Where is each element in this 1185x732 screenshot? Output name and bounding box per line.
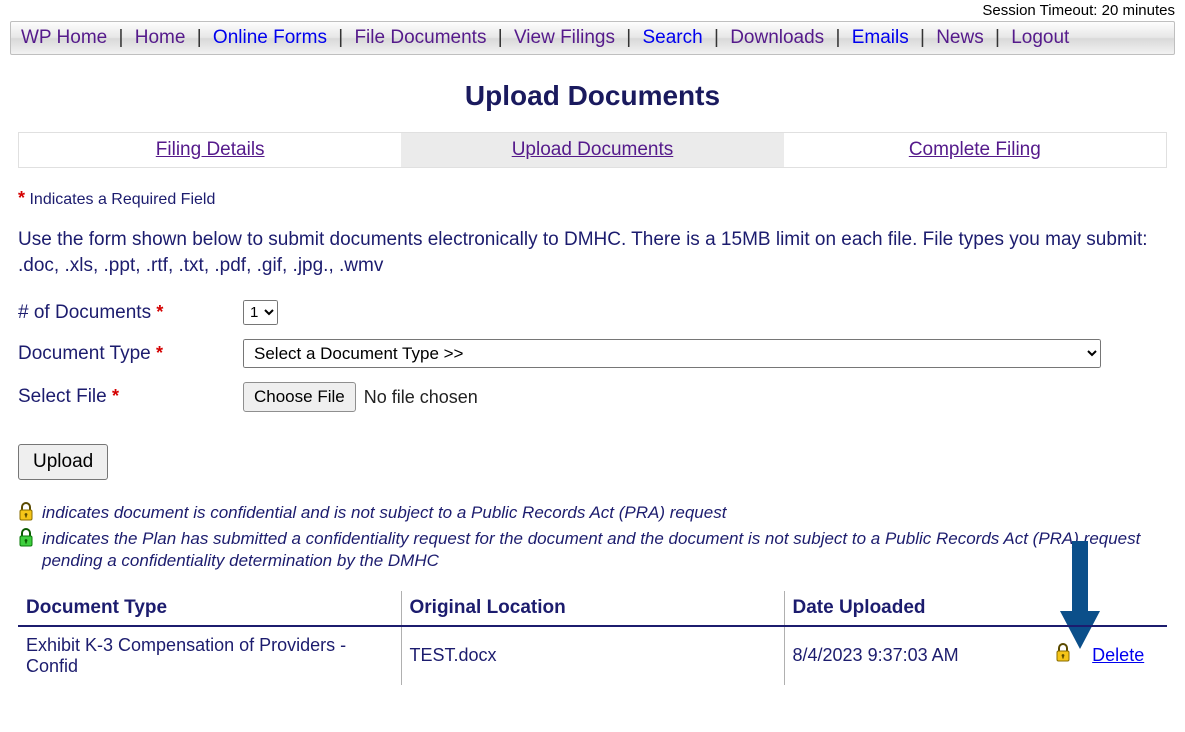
nav-separator: | xyxy=(710,27,723,48)
nav-view-filings[interactable]: View Filings xyxy=(512,27,617,48)
step-complete-filing-link[interactable]: Complete Filing xyxy=(909,139,1041,160)
legend-green-text: indicates the Plan has submitted a confi… xyxy=(42,528,1167,572)
delete-link[interactable]: Delete xyxy=(1092,645,1144,665)
lock-gold-icon xyxy=(1055,643,1071,663)
nav-emails[interactable]: Emails xyxy=(850,27,911,48)
nav-separator: | xyxy=(831,27,844,48)
step-filing-details-link[interactable]: Filing Details xyxy=(156,139,265,160)
top-nav-bar: WP Home | Home | Online Forms | File Doc… xyxy=(10,21,1175,55)
step-filing-details[interactable]: Filing Details xyxy=(19,133,401,167)
num-docs-label: # of Documents * xyxy=(18,302,243,324)
required-star-icon: * xyxy=(156,302,163,322)
required-field-note: * Indicates a Required Field xyxy=(18,188,1167,209)
lock-green-icon xyxy=(18,528,34,548)
lock-gold-icon xyxy=(18,502,34,522)
required-note-text: Indicates a Required Field xyxy=(29,191,215,208)
legend-gold-text: indicates document is confidential and i… xyxy=(42,502,726,524)
cell-date-uploaded: 8/4/2023 9:37:03 AM xyxy=(784,626,1043,685)
required-star-icon: * xyxy=(156,343,163,363)
choose-file-button[interactable]: Choose File xyxy=(243,382,356,412)
nav-search[interactable]: Search xyxy=(640,27,704,48)
nav-home[interactable]: Home xyxy=(133,27,188,48)
intro-text: Use the form shown below to submit docum… xyxy=(18,227,1167,278)
nav-separator: | xyxy=(115,27,128,48)
nav-separator: | xyxy=(991,27,1004,48)
th-actions xyxy=(1084,591,1167,626)
required-star-icon: * xyxy=(18,188,25,208)
nav-online-forms[interactable]: Online Forms xyxy=(211,27,329,48)
nav-file-documents[interactable]: File Documents xyxy=(352,27,488,48)
step-complete-filing[interactable]: Complete Filing xyxy=(784,133,1166,167)
table-header-row: Document Type Original Location Date Upl… xyxy=(18,591,1167,626)
th-date-uploaded: Date Uploaded xyxy=(784,591,1043,626)
step-upload-documents-link[interactable]: Upload Documents xyxy=(512,139,674,160)
nav-wp-home[interactable]: WP Home xyxy=(19,27,109,48)
cell-lock-status xyxy=(1043,626,1084,685)
wizard-steps: Filing Details Upload Documents Complete… xyxy=(18,132,1167,168)
uploaded-documents-table: Document Type Original Location Date Upl… xyxy=(18,591,1167,685)
nav-separator: | xyxy=(334,27,347,48)
upload-button[interactable]: Upload xyxy=(18,444,108,480)
th-original-location: Original Location xyxy=(401,591,784,626)
required-star-icon: * xyxy=(112,386,119,406)
doc-type-select[interactable]: Select a Document Type >> xyxy=(243,339,1101,368)
nav-separator: | xyxy=(193,27,206,48)
file-chosen-status: No file chosen xyxy=(364,387,478,408)
th-document-type: Document Type xyxy=(18,591,401,626)
cell-orig-loc: TEST.docx xyxy=(401,626,784,685)
nav-separator: | xyxy=(916,27,929,48)
nav-news[interactable]: News xyxy=(934,27,986,48)
table-row: Exhibit K-3 Compensation of Providers - … xyxy=(18,626,1167,685)
cell-doc-type: Exhibit K-3 Compensation of Providers - … xyxy=(18,626,401,685)
nav-separator: | xyxy=(494,27,507,48)
nav-downloads[interactable]: Downloads xyxy=(728,27,826,48)
page-title: Upload Documents xyxy=(0,80,1185,112)
select-file-label: Select File * xyxy=(18,386,243,408)
step-upload-documents[interactable]: Upload Documents xyxy=(401,133,783,167)
nav-separator: | xyxy=(622,27,635,48)
th-lock xyxy=(1043,591,1084,626)
doc-type-label: Document Type * xyxy=(18,343,243,365)
nav-logout[interactable]: Logout xyxy=(1009,27,1071,48)
num-docs-select[interactable]: 1 xyxy=(243,300,278,325)
session-timeout-text: Session Timeout: 20 minutes xyxy=(0,0,1185,21)
